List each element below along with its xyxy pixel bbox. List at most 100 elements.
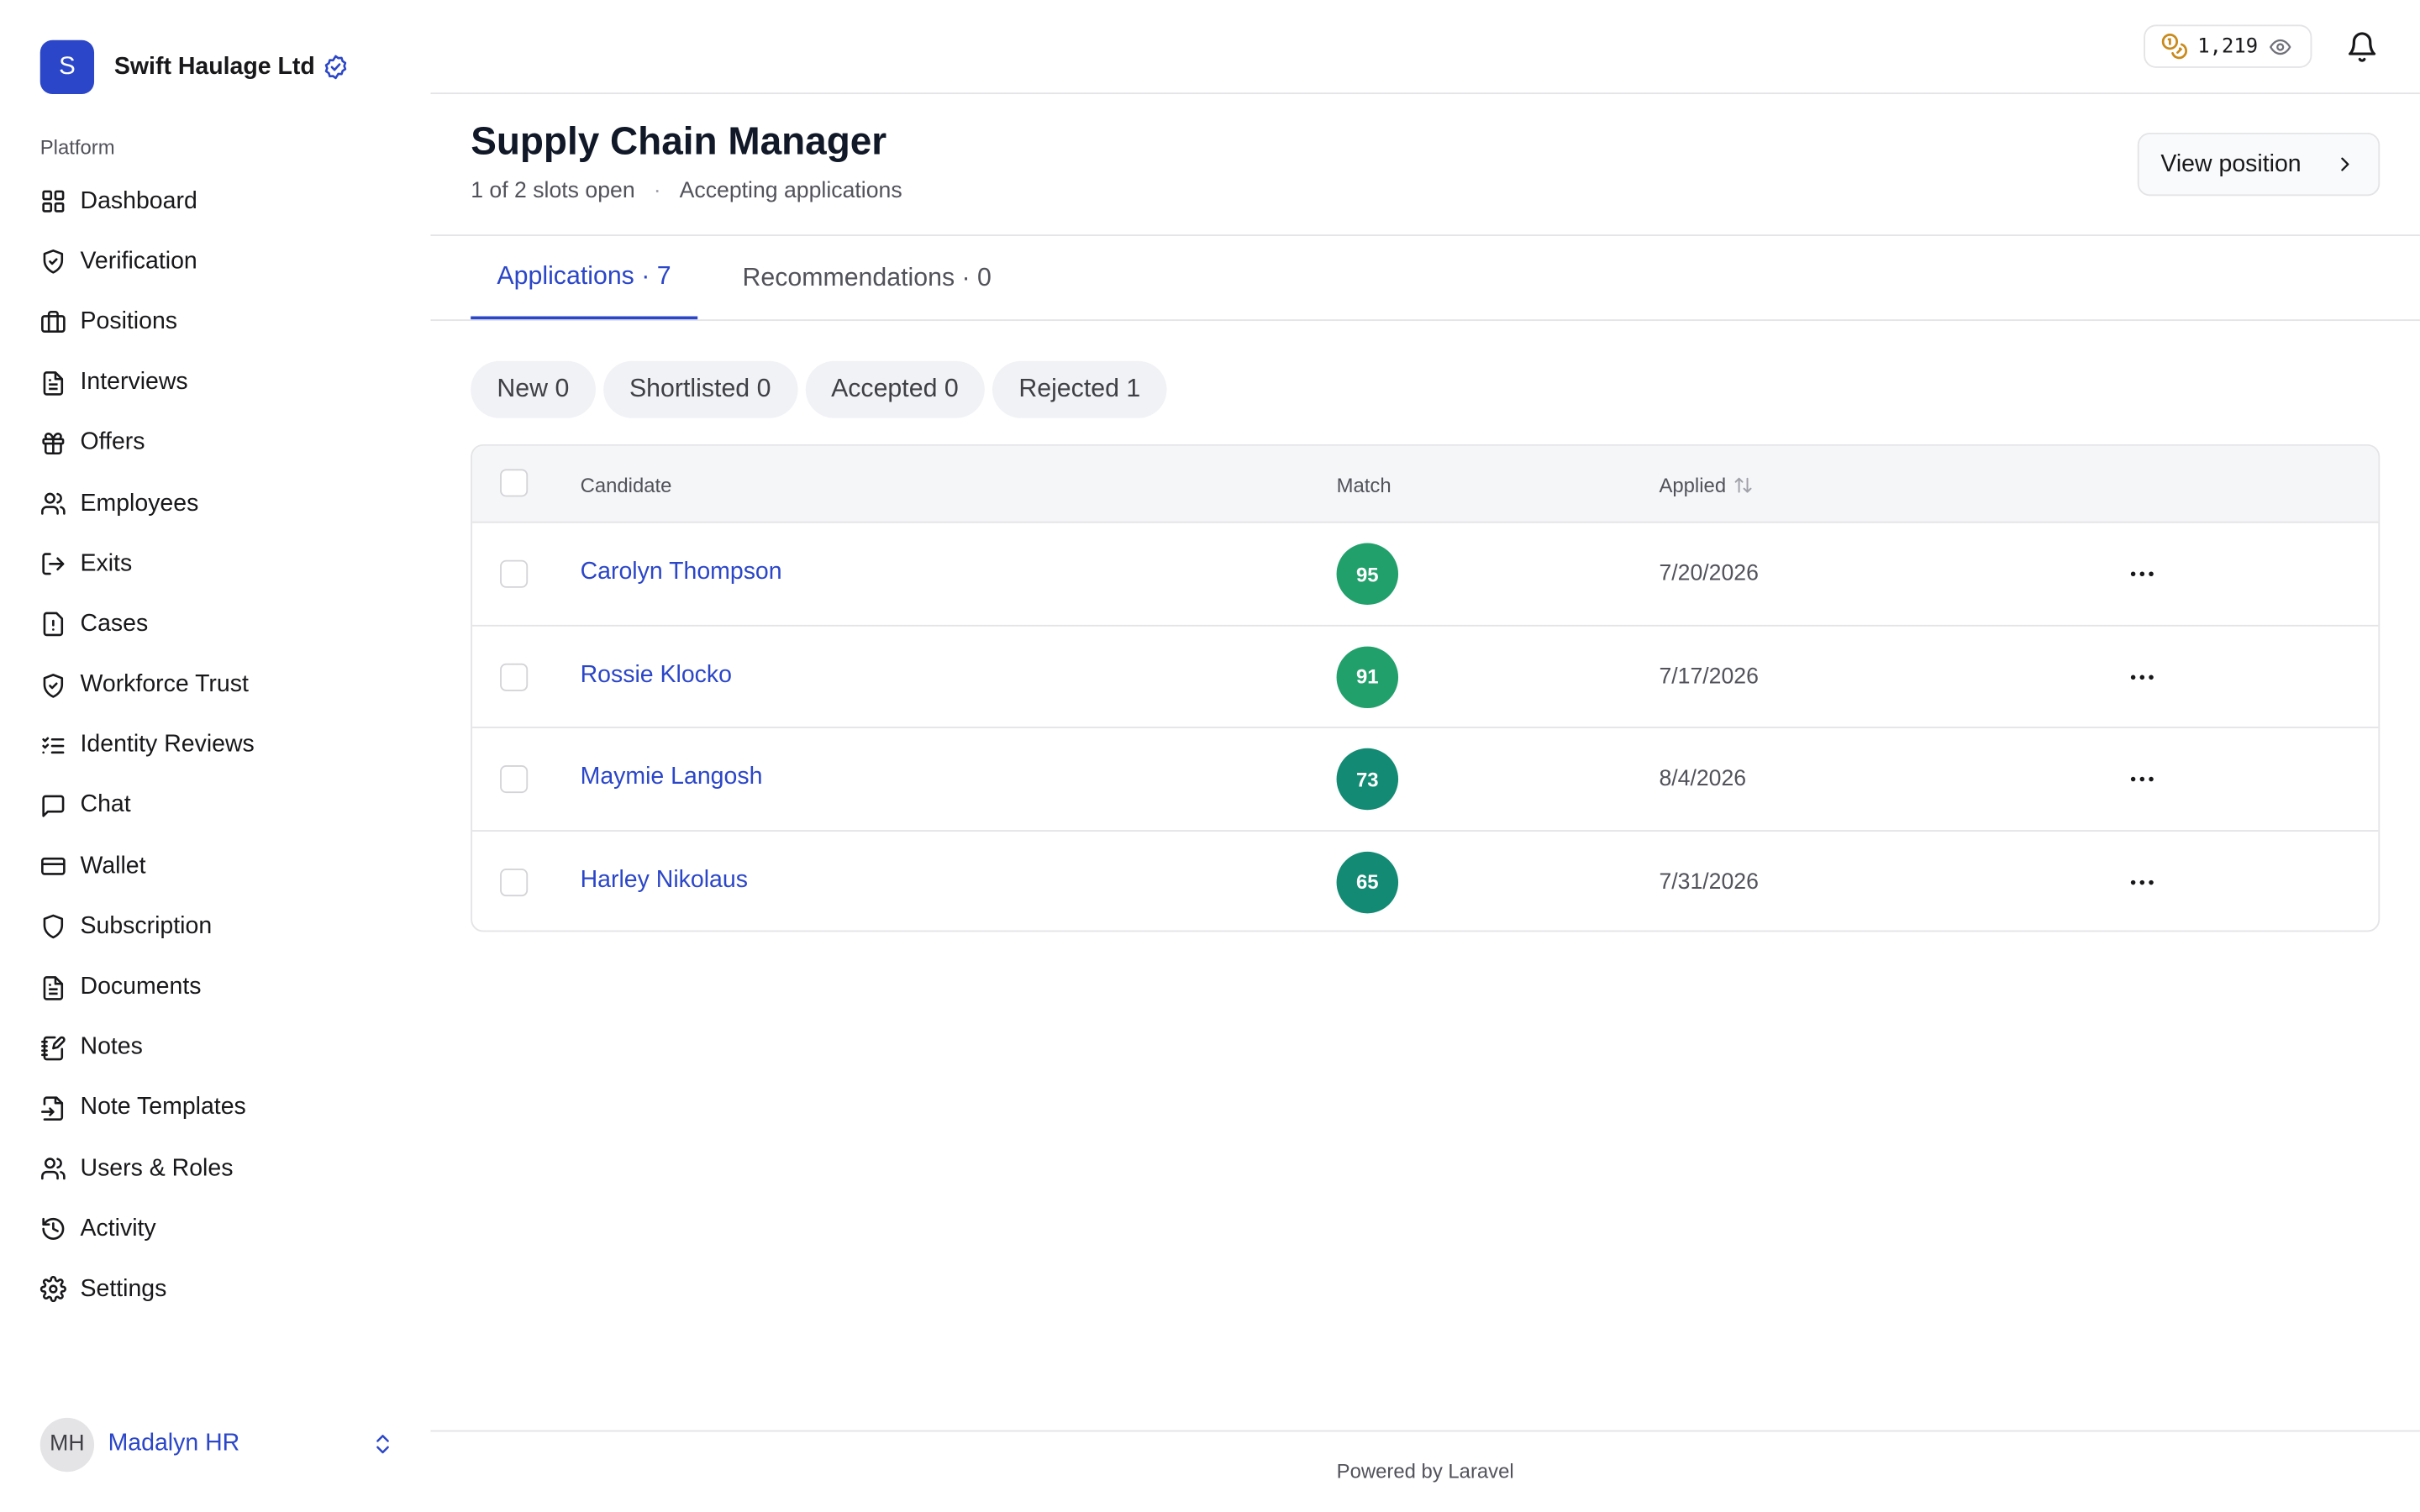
column-match: Match [1336,473,1392,497]
sidebar-item-label: Dashboard [80,187,197,214]
row-checkbox[interactable] [500,765,529,794]
more-actions-icon[interactable] [2127,866,2158,897]
shield-icon [43,915,64,939]
bell-icon[interactable] [2346,31,2379,64]
page-title: Supply Chain Manager [471,120,887,164]
match-score-badge: 91 [1336,645,1399,708]
log-out-icon [42,553,65,575]
gift-icon [42,432,65,454]
chat-icon [42,795,65,817]
sidebar-item-note-templates[interactable]: Note Templates [40,1079,395,1139]
sort-icon [1735,477,1753,493]
row-checkbox[interactable] [500,662,529,690]
verified-badge-icon [324,55,347,80]
sidebar-nav: Dashboard Verification Positions Intervi… [39,171,395,1320]
sidebar-item-activity[interactable]: Activity [40,1199,395,1259]
sidebar-item-subscription[interactable]: Subscription [40,897,395,958]
candidate-name-link[interactable]: Harley Nikolaus [581,866,748,894]
eye-icon[interactable] [2269,34,2292,58]
document-icon [43,975,64,1000]
row-checkbox[interactable] [500,559,529,588]
status-filters: New 0 Shortlisted 0 Accepted 0 Rejected … [471,360,1167,418]
more-actions-icon[interactable] [2127,559,2158,590]
user-menu[interactable]: MH Madalyn HR [39,1416,395,1472]
tabs: Applications · 7 Recommendations · 0 [430,236,2420,322]
sidebar-item-label: Wallet [80,853,146,879]
sidebar-item-label: Documents [80,974,202,1000]
sidebar-item-exits[interactable]: Exits [40,534,395,595]
candidate-name-link[interactable]: Rossie Klocko [581,661,732,689]
sidebar-section-label: Platform [39,135,115,160]
sidebar-item-dashboard[interactable]: Dashboard [40,171,395,232]
table-row: Harley Nikolaus 65 7/31/2026 [472,831,2378,930]
select-all-checkbox[interactable] [500,469,529,497]
sidebar-item-label: Cases [80,611,149,638]
checklist-icon [42,737,65,753]
candidate-name-link[interactable]: Carolyn Thompson [581,559,782,586]
sidebar-item-verification[interactable]: Verification [40,232,395,292]
table-row: Rossie Klocko 91 7/17/2026 [472,626,2379,728]
credits-balance[interactable]: 1,219 [2143,24,2312,68]
applied-date: 7/17/2026 [1659,664,1759,690]
table-header: Candidate Match Applied [472,445,2379,523]
sidebar-item-positions[interactable]: Positions [40,292,395,353]
sidebar-item-label: Offers [80,429,145,456]
meta-separator: · [653,179,661,204]
column-applied-label: Applied [1659,473,1727,497]
sidebar-item-label: Interviews [80,369,188,396]
sidebar-item-documents[interactable]: Documents [40,958,395,1018]
sidebar-item-interviews[interactable]: Interviews [40,353,395,413]
sidebar-item-wallet[interactable]: Wallet [40,837,395,897]
more-actions-icon[interactable] [2127,764,2158,795]
column-applied[interactable]: Applied [1659,473,1754,497]
filter-rejected[interactable]: Rejected 1 [992,360,1167,418]
match-score-badge: 65 [1336,850,1399,913]
file-alert-icon [43,612,64,638]
sidebar-item-label: Settings [80,1275,167,1303]
sidebar-item-employees[interactable]: Employees [40,474,395,534]
app: S Swift Haulage Ltd Platform Dashboard V… [0,0,2420,1512]
match-score-badge: 95 [1336,543,1399,605]
brand[interactable]: S Swift Haulage Ltd [39,39,349,95]
row-checkbox[interactable] [500,868,529,896]
credit-card-icon [41,858,66,876]
applied-date: 7/31/2026 [1659,869,1759,895]
filter-accepted[interactable]: Accepted 0 [804,360,985,418]
sidebar-item-users-roles[interactable]: Users & Roles [40,1138,395,1199]
credits-value: 1,219 [2197,34,2259,58]
user-name: Madalyn HR [108,1430,240,1457]
column-candidate: Candidate [580,473,672,497]
slots-info: 1 of 2 slots open [471,179,635,204]
sidebar-item-label: Exits [80,550,133,577]
notebook-pen-icon [41,1036,66,1060]
more-actions-icon[interactable] [2127,661,2158,692]
shield-check-icon [43,673,64,697]
sidebar-item-notes[interactable]: Notes [40,1018,395,1079]
sidebar-item-label: Users & Roles [80,1154,234,1182]
sidebar-item-cases[interactable]: Cases [40,595,395,655]
table-row: Carolyn Thompson 95 7/20/2026 [472,523,2379,626]
application-status: Accepting applications [679,179,902,204]
sidebar-item-label: Positions [80,308,178,335]
view-position-button[interactable]: View position [2137,132,2381,197]
file-input-icon [41,1096,64,1121]
document-icon [43,370,64,396]
tab-recommendations[interactable]: Recommendations · 0 [716,236,1018,319]
sidebar-item-workforce-trust[interactable]: Workforce Trust [40,655,395,716]
history-icon [42,1218,65,1241]
sidebar-item-label: Identity Reviews [80,732,255,759]
chevron-right-icon [2341,157,2349,171]
sidebar-item-identity-reviews[interactable]: Identity Reviews [40,716,395,776]
sidebar-item-settings[interactable]: Settings [39,1259,395,1320]
users-icon [41,492,66,515]
filter-new[interactable]: New 0 [471,360,596,418]
sidebar-item-chat[interactable]: Chat [40,776,395,837]
candidate-name-link[interactable]: Maymie Langosh [581,764,763,791]
tab-applications[interactable]: Applications · 7 [471,236,697,320]
filter-shortlisted[interactable]: Shortlisted 0 [602,360,797,418]
sidebar-item-label: Activity [80,1215,156,1242]
applied-date: 8/4/2026 [1659,766,1747,792]
sidebar-item-label: Workforce Trust [80,671,249,698]
sidebar-item-offers[interactable]: Offers [40,413,395,474]
sidebar-item-label: Note Templates [80,1094,246,1121]
